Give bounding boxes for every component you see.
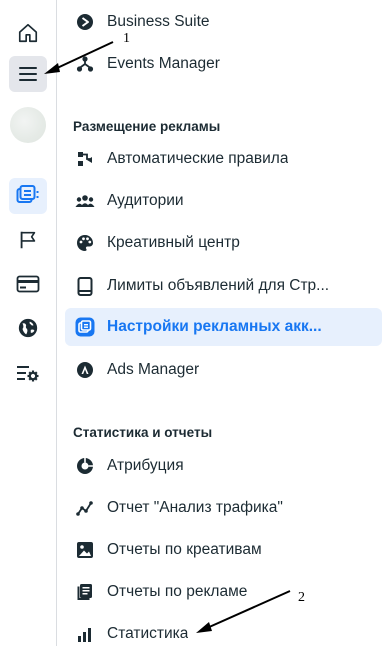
flag-button[interactable]: [9, 222, 47, 258]
ads-reports-icon: [75, 582, 95, 602]
billing-button[interactable]: [9, 266, 47, 302]
menu-item-label: Events Manager: [107, 55, 220, 72]
tablet-icon: [75, 276, 95, 296]
avatar[interactable]: [10, 107, 46, 143]
menu-item-label: Отчеты по рекламе: [107, 583, 248, 600]
home-button[interactable]: [9, 15, 47, 51]
ad-account-settings-rail-button[interactable]: [9, 178, 47, 214]
menu-item-audiences[interactable]: Аудитории: [65, 182, 382, 220]
menu-item-label: Автоматические правила: [107, 150, 289, 167]
credit-card-icon: [16, 274, 40, 294]
home-icon: [17, 22, 39, 44]
menu-item-traffic-analysis[interactable]: Отчет "Анализ трафика": [65, 489, 382, 527]
settings-list-button[interactable]: [9, 356, 47, 392]
globe-icon: [17, 317, 39, 339]
menu-item-business-suite[interactable]: Business Suite: [65, 3, 382, 41]
icon-rail: [0, 0, 57, 646]
settings-list-icon: [16, 363, 40, 385]
palette-icon: [75, 233, 95, 253]
menu-item-label: Лимиты объявлений для Стр...: [107, 277, 330, 294]
business-suite-icon: [75, 12, 95, 32]
menu-item-label: Ads Manager: [107, 361, 200, 378]
menu-item-label: Атрибуция: [107, 457, 184, 474]
ad-account-settings-icon: [16, 185, 40, 207]
attribution-icon: [75, 456, 95, 476]
hamburger-menu-icon: [18, 65, 38, 83]
menu-item-label: Настройки рекламных акк...: [107, 318, 322, 335]
traffic-analysis-icon: [75, 498, 95, 518]
menu-item-ads-reports[interactable]: Отчеты по рекламе: [65, 573, 382, 611]
menu-item-creative-reports[interactable]: Отчеты по креативам: [65, 531, 382, 569]
menu-item-label: Отчет "Анализ трафика": [107, 499, 283, 516]
annotation-label-2: 2: [298, 590, 305, 605]
menu-item-statistics[interactable]: Статистика: [65, 615, 382, 646]
annotation-label-1: 1: [123, 31, 130, 46]
automated-rules-icon: [75, 149, 95, 169]
menu-item-page-ad-limits[interactable]: Лимиты объявлений для Стр...: [65, 267, 382, 305]
menu-item-automated-rules[interactable]: Автоматические правила: [65, 140, 382, 178]
menu-item-label: Статистика: [107, 625, 189, 642]
menu-item-events-manager[interactable]: Events Manager: [65, 45, 382, 83]
ads-manager-icon: [75, 360, 95, 380]
events-manager-icon: [75, 54, 95, 74]
menu-item-ad-account-settings[interactable]: Настройки рекламных акк...: [65, 308, 382, 346]
menu-item-label: Креативный центр: [107, 234, 240, 251]
bar-chart-icon: [75, 624, 95, 644]
audiences-icon: [75, 191, 95, 211]
hamburger-menu-button[interactable]: [9, 56, 47, 92]
menu-item-label: Отчеты по креативам: [107, 541, 262, 558]
menu-item-attribution[interactable]: Атрибуция: [65, 447, 382, 485]
menu-item-label: Business Suite: [107, 13, 210, 30]
flag-icon: [17, 229, 39, 251]
all-tools-menu: Business Suite Events Manager Размещение…: [57, 0, 382, 646]
menu-item-label: Аудитории: [107, 192, 184, 209]
image-icon: [75, 540, 95, 560]
menu-item-creative-hub[interactable]: Креативный центр: [65, 224, 382, 262]
menu-item-ads-manager[interactable]: Ads Manager: [65, 351, 382, 389]
section-title-ad-placement: Размещение рекламы: [73, 119, 221, 134]
section-title-stats-and-reports: Статистика и отчеты: [73, 425, 213, 440]
globe-button[interactable]: [9, 310, 47, 346]
ad-account-settings-icon: [75, 317, 95, 337]
